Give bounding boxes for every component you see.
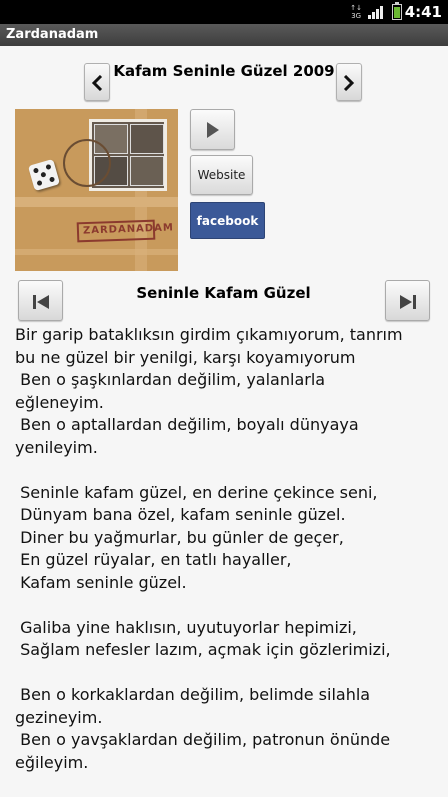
- postmark-stamp: [63, 139, 111, 187]
- battery-icon: [392, 2, 402, 20]
- lyric-line: [15, 594, 440, 617]
- album-title: Kafam Seninle Güzel 2009: [113, 62, 335, 80]
- chevron-right-icon: [343, 75, 355, 91]
- lyric-line: Ben o şaşkınlardan değilim, yalanlarla: [15, 370, 326, 389]
- lyric-line: Ben o korkaklardan değilim, belimde sila…: [15, 685, 371, 704]
- lyric-line: Sağlam nefesler lazım, açmak için gözler…: [15, 640, 391, 659]
- lyric-line: Ben o aptallardan değilim, boyalı dünyay…: [15, 415, 359, 434]
- lyric-line: Diner bu yağmurlar, bu günler de geçer,: [15, 527, 344, 547]
- skip-previous-icon: [33, 295, 49, 309]
- lyric-line: [15, 662, 440, 685]
- previous-album-button[interactable]: [84, 63, 110, 101]
- lyric-line: yenileyim.: [15, 437, 98, 457]
- signal-strength-icon: [368, 6, 384, 19]
- play-icon: [206, 121, 219, 138]
- lyric-line: bu ne güzel bir yenilgi, karşı koyamıyor…: [15, 347, 356, 367]
- lyric-line: En güzel rüyalar, en tatlı hayaller,: [15, 550, 292, 569]
- facebook-button[interactable]: facebook: [190, 202, 265, 239]
- app-title-bar: Zardanadam: [0, 24, 448, 46]
- network-type-indicator: ↑↓ 3G: [350, 4, 362, 20]
- dice-icon: [27, 158, 61, 192]
- lyric-line: Ben o yavşaklardan değilim, patronun önü…: [15, 730, 391, 749]
- previous-track-button[interactable]: [18, 280, 63, 321]
- app-title: Zardanadam: [6, 27, 99, 42]
- lyric-line: Bir garip bataklıksın girdim çıkamıyorum…: [15, 325, 403, 344]
- lyric-line: [15, 459, 440, 482]
- lyric-line: eğileyim.: [15, 752, 89, 772]
- lyric-line: Dünyam bana özel, kafam seninle güzel.: [15, 505, 346, 524]
- song-title: Seninle Kafam Güzel: [136, 284, 311, 302]
- next-album-button[interactable]: [336, 63, 362, 101]
- lyric-line: eğleneyim.: [15, 392, 104, 412]
- status-bar: ↑↓ 3G 4:41: [0, 0, 448, 24]
- lyric-line: gezineyim.: [15, 707, 103, 727]
- lyric-line: Seninle kafam güzel, en derine çekince s…: [15, 482, 378, 502]
- website-button[interactable]: Website: [190, 155, 253, 195]
- cover-brand-text: ZARDANADAM: [82, 222, 175, 237]
- clock: 4:41: [404, 3, 442, 21]
- album-cover: ZARDANADAM: [15, 109, 178, 271]
- play-button[interactable]: [190, 109, 235, 150]
- chevron-left-icon: [91, 75, 103, 91]
- lyric-line: Galiba yine haklısın, uyutuyorlar hepimi…: [15, 617, 357, 637]
- skip-next-icon: [400, 295, 416, 309]
- lyric-line: Kafam seninle güzel.: [15, 572, 187, 592]
- lyrics-text: Bir garip bataklıksın girdim çıkamıyorum…: [15, 324, 440, 774]
- next-track-button[interactable]: [385, 280, 430, 321]
